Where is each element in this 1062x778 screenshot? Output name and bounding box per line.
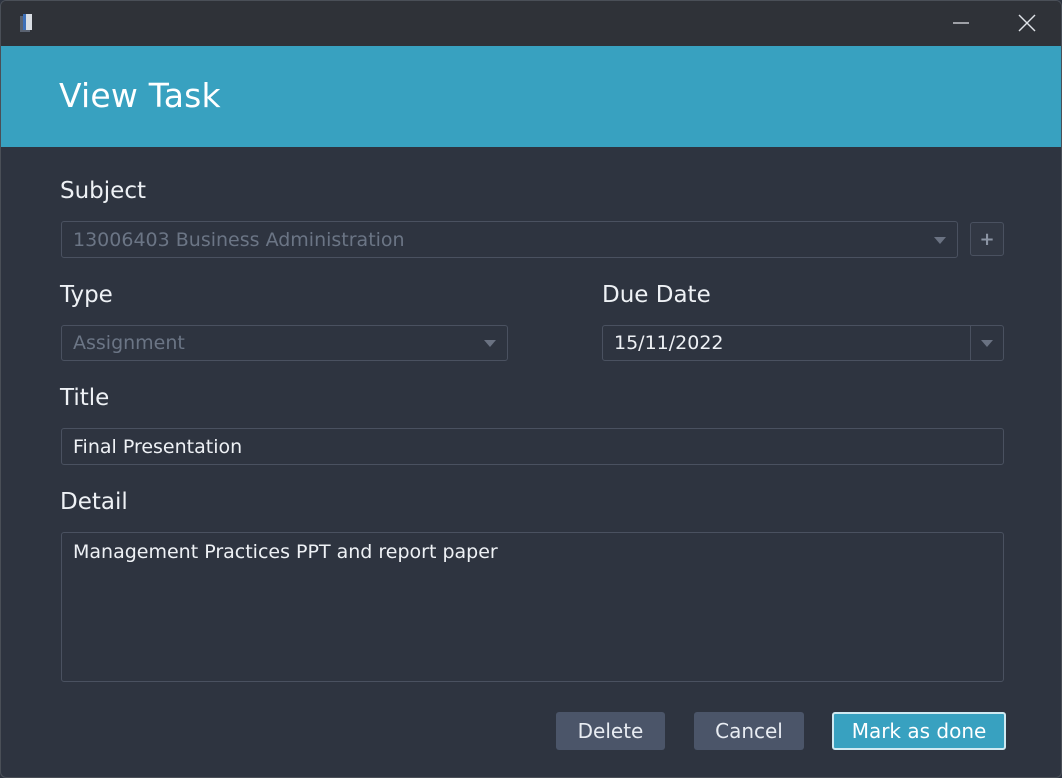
title-value: Final Presentation [73, 435, 243, 458]
mark-as-done-button[interactable]: Mark as done [832, 712, 1006, 750]
detail-label: Detail [60, 489, 128, 515]
subject-value: 13006403 Business Administration [73, 228, 405, 251]
add-subject-button[interactable]: + [970, 222, 1004, 256]
due-date-value: 15/11/2022 [614, 332, 724, 354]
due-date-picker[interactable]: 15/11/2022 [602, 325, 1004, 361]
delete-button[interactable]: Delete [556, 712, 665, 750]
title-label: Title [60, 385, 110, 411]
plus-icon: + [979, 228, 995, 250]
detail-value: Management Practices PPT and report pape… [73, 541, 498, 563]
detail-textarea[interactable]: Management Practices PPT and report pape… [61, 532, 1004, 682]
subject-label: Subject [60, 178, 146, 204]
subject-select[interactable]: 13006403 Business Administration [61, 221, 958, 258]
minimize-icon [953, 22, 969, 24]
chevron-down-icon [484, 340, 496, 347]
close-icon [1018, 14, 1036, 32]
task-dialog-window: View Task Subject 13006403 Business Admi… [0, 0, 1062, 778]
type-label: Type [60, 282, 113, 308]
title-bar [1, 1, 1061, 46]
chevron-down-icon [934, 237, 946, 244]
cancel-button[interactable]: Cancel [694, 712, 804, 750]
book-icon [20, 14, 32, 32]
due-date-label: Due Date [602, 282, 711, 308]
dialog-header: View Task [1, 46, 1061, 147]
type-select[interactable]: Assignment [61, 325, 508, 361]
minimize-button[interactable] [939, 7, 983, 39]
title-input[interactable]: Final Presentation [61, 428, 1004, 465]
picker-divider [970, 326, 971, 360]
page-title: View Task [59, 76, 221, 115]
chevron-down-icon [981, 340, 993, 347]
close-button[interactable] [1005, 7, 1049, 39]
type-value: Assignment [73, 332, 185, 354]
